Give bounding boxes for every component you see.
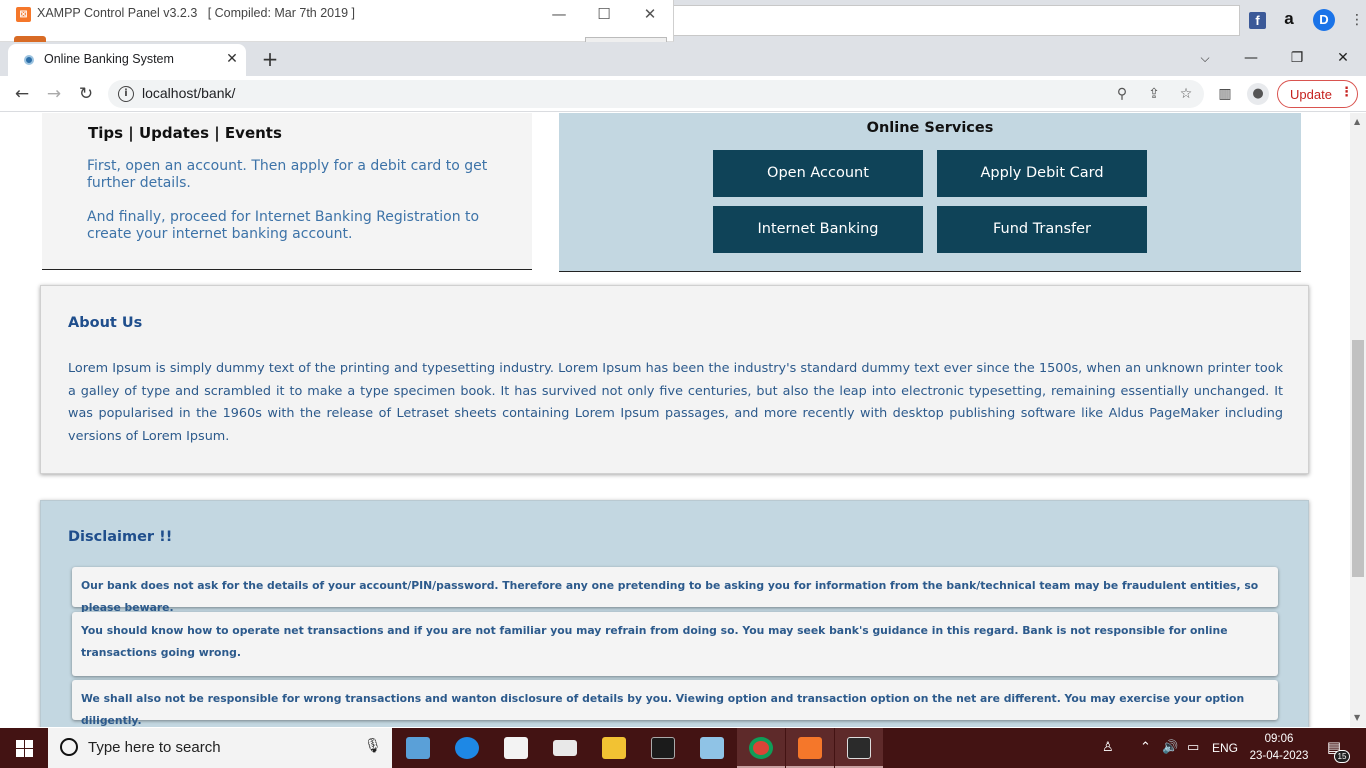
xampp-window[interactable]: ⊠ XAMPP Control Panel v3.2.3 [ Compiled:… xyxy=(0,0,674,42)
browser-close-button[interactable]: ✕ xyxy=(1328,46,1358,70)
browser-menu-icon[interactable]: ⋮ xyxy=(1340,85,1353,100)
xampp-maximize-button[interactable]: ☐ xyxy=(591,4,617,24)
show-hidden-icons-chevron-icon[interactable]: ⌃ xyxy=(1140,728,1151,768)
facebook-extension-icon[interactable]: f xyxy=(1249,12,1266,29)
disclaimer-heading: Disclaimer !! xyxy=(68,529,173,545)
reload-icon[interactable]: ↻ xyxy=(74,82,98,106)
volume-icon[interactable]: 🔊 xyxy=(1162,728,1178,768)
xampp-close-button[interactable]: ✕ xyxy=(637,4,663,24)
about-us-text: Lorem Ipsum is simply dummy text of the … xyxy=(68,361,1283,444)
zoom-icon[interactable]: ⚲ xyxy=(1112,84,1132,104)
xampp-toolbar-fragment xyxy=(14,36,46,42)
taskbar-search-placeholder: Type here to search xyxy=(88,739,221,756)
battery-icon[interactable]: ▭ xyxy=(1187,728,1199,768)
address-bar[interactable]: i localhost/bank/ ⚲ ⇪ ☆ xyxy=(108,80,1204,108)
browser-restore-button[interactable]: ❐ xyxy=(1282,46,1312,70)
tips-paragraph: First, open an account. Then apply for a… xyxy=(87,158,488,191)
notepad-app-icon[interactable] xyxy=(688,728,736,768)
online-services-panel: Online Services Open Account Apply Debit… xyxy=(559,113,1301,272)
language-indicator[interactable]: ENG xyxy=(1212,728,1238,768)
chrome-browser-icon[interactable] xyxy=(737,728,785,768)
xampp-logo-icon: ⊠ xyxy=(16,7,31,22)
background-window-strip: f a D ⋮ xyxy=(674,0,1366,42)
photos-app-icon[interactable] xyxy=(835,728,883,768)
page-content: Tips | Updates | Events First, open an a… xyxy=(0,113,1350,727)
background-address-field[interactable] xyxy=(674,5,1240,36)
update-button[interactable]: Update ⋮ xyxy=(1277,80,1358,108)
windows-taskbar: Type here to search 🎙 ♙ ⌃ 🔊 ▭ ENG 09:06 … xyxy=(0,728,1366,768)
forward-arrow-icon[interactable]: → xyxy=(42,82,66,106)
online-services-heading: Online Services xyxy=(866,120,994,136)
clock-time: 09:06 xyxy=(1264,733,1294,745)
bookmark-star-icon[interactable]: ☆ xyxy=(1176,84,1196,104)
taskbar-clock[interactable]: 09:06 23-04-2023 xyxy=(1248,731,1310,765)
amazon-extension-icon[interactable]: a xyxy=(1280,9,1298,31)
clock-date: 23-04-2023 xyxy=(1249,750,1309,762)
search-icon xyxy=(60,738,78,756)
d-extension-icon[interactable]: D xyxy=(1313,9,1335,31)
file-explorer-icon[interactable] xyxy=(590,728,638,768)
internet-banking-button[interactable]: Internet Banking xyxy=(713,206,923,253)
about-us-card: About Us Lorem Ipsum is simply dummy tex… xyxy=(40,285,1309,474)
edge-browser-icon[interactable] xyxy=(443,728,491,768)
mail-app-icon[interactable] xyxy=(541,728,589,768)
taskbar-search-box[interactable]: Type here to search 🎙 xyxy=(48,728,392,768)
share-icon[interactable]: ⇪ xyxy=(1144,84,1164,104)
scroll-up-arrow-icon[interactable]: ▲ xyxy=(1354,117,1360,126)
update-label: Update xyxy=(1290,87,1332,102)
browser-minimize-button[interactable]: — xyxy=(1236,46,1266,70)
tab-online-banking[interactable]: Online Banking System ✕ xyxy=(8,44,246,76)
tab-title: Online Banking System xyxy=(44,52,174,66)
profile-avatar-icon[interactable]: ● xyxy=(1247,83,1269,105)
site-favicon-icon xyxy=(24,55,34,65)
about-us-heading: About Us xyxy=(68,315,143,331)
tips-heading: Tips | Updates | Events xyxy=(88,124,282,142)
microphone-icon[interactable]: 🎙 xyxy=(364,738,382,754)
windows-logo-icon xyxy=(16,740,33,757)
store-app-icon[interactable] xyxy=(492,728,540,768)
tab-search-chevron-icon[interactable]: ⌵ xyxy=(1195,48,1215,68)
address-url[interactable]: localhost/bank/ xyxy=(142,85,235,101)
site-info-icon[interactable]: i xyxy=(118,86,134,102)
start-button[interactable] xyxy=(0,728,48,768)
fund-transfer-button[interactable]: Fund Transfer xyxy=(937,206,1147,253)
xampp-app-icon[interactable] xyxy=(786,728,834,768)
disclaimer-card: Disclaimer !! Our bank does not ask for … xyxy=(40,500,1309,727)
back-arrow-icon[interactable]: ← xyxy=(10,82,34,106)
tips-paragraph: And finally, proceed for Internet Bankin… xyxy=(87,209,480,242)
side-panel-icon[interactable]: ▥ xyxy=(1215,84,1235,104)
tips-panel: Tips | Updates | Events First, open an a… xyxy=(42,113,532,270)
disclaimer-item: You should know how to operate net trans… xyxy=(72,612,1278,676)
disclaimer-item: Our bank does not ask for the details of… xyxy=(72,567,1278,614)
xampp-window-title: XAMPP Control Panel v3.2.3 [ Compiled: M… xyxy=(37,6,355,20)
scrollbar-thumb[interactable] xyxy=(1352,340,1364,577)
disclaimer-item: We shall also not be responsible for wro… xyxy=(72,680,1278,727)
more-vertical-icon[interactable]: ⋮ xyxy=(1350,9,1364,31)
page-scrollbar[interactable]: ▲ ▼ xyxy=(1350,113,1366,727)
people-icon[interactable]: ♙ xyxy=(1102,728,1114,768)
xampp-button-fragment xyxy=(585,37,667,42)
tab-close-icon[interactable]: ✕ xyxy=(223,50,241,68)
scroll-down-arrow-icon[interactable]: ▼ xyxy=(1354,713,1360,722)
browser-toolbar: ← → ↻ i localhost/bank/ ⚲ ⇪ ☆ ▥ ● Update… xyxy=(0,76,1366,112)
apply-debit-card-button[interactable]: Apply Debit Card xyxy=(937,150,1147,197)
xampp-minimize-button[interactable]: — xyxy=(546,4,572,24)
paint-app-icon[interactable] xyxy=(394,728,442,768)
open-account-button[interactable]: Open Account xyxy=(713,150,923,197)
command-prompt-icon[interactable] xyxy=(639,728,687,768)
new-tab-button[interactable]: + xyxy=(258,47,282,71)
notification-count-badge: 15 xyxy=(1334,750,1350,763)
browser-tab-strip: Online Banking System ✕ + ⌵ — ❐ ✕ xyxy=(0,42,1366,76)
